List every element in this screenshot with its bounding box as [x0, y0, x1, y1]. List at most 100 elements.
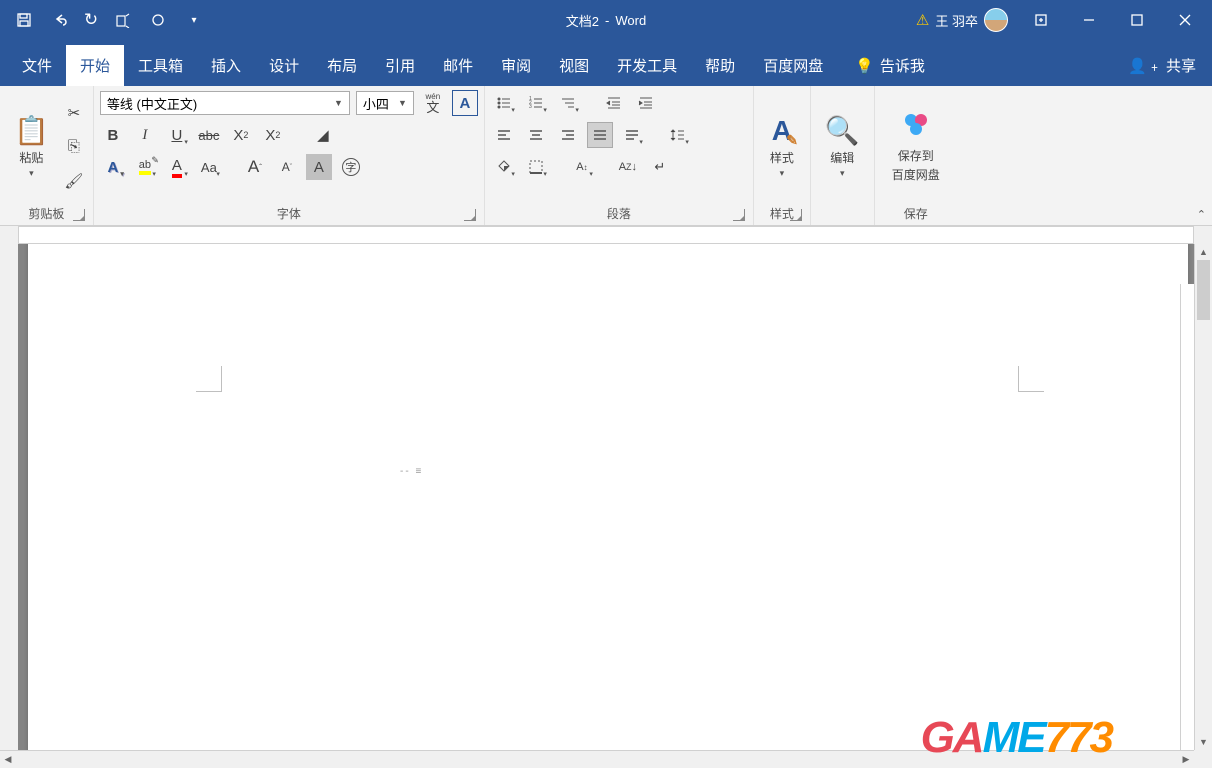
save-icon[interactable]: [8, 4, 40, 36]
superscript-button[interactable]: X2: [260, 122, 286, 148]
styles-icon: A✎: [772, 115, 792, 147]
align-left-button[interactable]: [491, 122, 517, 148]
scroll-thumb-v[interactable]: [1197, 260, 1210, 320]
text-direction-button[interactable]: A↕▾: [569, 154, 595, 180]
page-area: -- ≡: [18, 244, 1194, 750]
font-color-button[interactable]: A▾: [164, 154, 190, 180]
text-effects-button[interactable]: A▾: [100, 154, 126, 180]
multilevel-list-button[interactable]: ▾: [555, 90, 581, 116]
font-name-input[interactable]: 等线 (中文正文) ▼: [100, 91, 350, 115]
minimize-button[interactable]: [1066, 0, 1112, 40]
scroll-down-arrow[interactable]: ▼: [1195, 734, 1212, 750]
margin-corner-tr: [1018, 366, 1044, 392]
tab-baidu[interactable]: 百度网盘: [749, 45, 837, 86]
close-button[interactable]: [1162, 0, 1208, 40]
paste-button[interactable]: 📋 粘贴 ▾: [6, 90, 57, 203]
clipboard-launcher[interactable]: [73, 209, 85, 221]
eraser-icon[interactable]: ◢: [310, 122, 336, 148]
align-right-button[interactable]: [555, 122, 581, 148]
watermark: GAME773: [921, 714, 1112, 762]
sort-button[interactable]: AZ↓: [615, 154, 641, 180]
tab-file[interactable]: 文件: [8, 45, 66, 86]
underline-button[interactable]: U▾: [164, 122, 190, 148]
tab-toolbox[interactable]: 工具箱: [124, 45, 197, 86]
justify-button[interactable]: [587, 122, 613, 148]
increase-indent-button[interactable]: [633, 90, 659, 116]
enclose-char-button[interactable]: 字: [338, 154, 364, 180]
bold-button[interactable]: B: [100, 122, 126, 148]
borders-button[interactable]: ▾: [523, 154, 549, 180]
styles-launcher[interactable]: [790, 209, 802, 221]
tab-design[interactable]: 设计: [255, 45, 313, 86]
side-pane: [1180, 284, 1194, 750]
editing-button[interactable]: 🔍 编辑 ▾: [817, 90, 868, 203]
char-shading-button[interactable]: A: [306, 154, 332, 180]
font-launcher[interactable]: [464, 209, 476, 221]
tab-mailings[interactable]: 邮件: [429, 45, 487, 86]
wm-a: GA: [921, 713, 983, 763]
collapse-ribbon-icon[interactable]: ⌃: [1197, 208, 1206, 221]
styles-button[interactable]: A✎ 样式 ▾: [760, 90, 804, 203]
tell-me-search[interactable]: 💡 告诉我: [841, 45, 939, 86]
qat-customize-icon[interactable]: ▾: [178, 4, 210, 36]
strikethrough-button[interactable]: abc: [196, 122, 222, 148]
line-spacing-button[interactable]: ▾: [665, 122, 691, 148]
group-styles: A✎ 样式 ▾ 样式: [754, 86, 811, 225]
wm-c: 773: [1045, 713, 1112, 763]
copy-icon[interactable]: ⎘: [61, 134, 87, 160]
warning-icon: ⚠: [916, 11, 929, 29]
chevron-down-icon: ▼: [334, 98, 343, 108]
tab-layout[interactable]: 布局: [313, 45, 371, 86]
save-to-baidu-button[interactable]: 保存到 百度网盘: [881, 90, 951, 203]
touch-mode-icon[interactable]: [106, 4, 138, 36]
horizontal-ruler[interactable]: [18, 226, 1194, 244]
numbering-button[interactable]: 123▾: [523, 90, 549, 116]
redo-icon[interactable]: ↻: [80, 4, 102, 36]
bullets-button[interactable]: ▾: [491, 90, 517, 116]
font-size-input[interactable]: 小四 ▼: [356, 91, 414, 115]
subscript-button[interactable]: X2: [228, 122, 254, 148]
scroll-left-arrow[interactable]: ◀: [0, 751, 16, 768]
shrink-font-button[interactable]: Aˇ: [274, 154, 300, 180]
font-name-value: 等线 (中文正文): [107, 94, 197, 113]
paragraph-launcher[interactable]: [733, 209, 745, 221]
ribbon: 📋 粘贴 ▾ ✂ ⎘ 🖌 剪贴板 等线 (中文正文) ▼: [0, 86, 1212, 226]
change-case-button[interactable]: Aa▾: [196, 154, 222, 180]
highlight-button[interactable]: ab✎▾: [132, 154, 158, 180]
wm-b: ME: [983, 713, 1045, 763]
tab-review[interactable]: 审阅: [487, 45, 545, 86]
tab-insert[interactable]: 插入: [197, 45, 255, 86]
user-area[interactable]: ⚠ 王 羽卒: [916, 8, 1008, 32]
circle-icon[interactable]: [142, 4, 174, 36]
font-size-value: 小四: [363, 94, 389, 113]
vertical-ruler[interactable]: [0, 244, 18, 750]
align-center-button[interactable]: [523, 122, 549, 148]
share-button[interactable]: 👤﹢ 共享: [1112, 45, 1212, 86]
ribbon-options-icon[interactable]: [1018, 0, 1064, 40]
shading-button[interactable]: ▾: [491, 154, 517, 180]
avatar[interactable]: [984, 8, 1008, 32]
tab-view[interactable]: 视图: [545, 45, 603, 86]
italic-button[interactable]: I: [132, 122, 158, 148]
maximize-button[interactable]: [1114, 0, 1160, 40]
char-border-button[interactable]: A: [452, 90, 478, 116]
distribute-button[interactable]: ▾: [619, 122, 645, 148]
scroll-up-arrow[interactable]: ▲: [1195, 244, 1212, 260]
quick-access-toolbar: ↻ ▾: [0, 4, 210, 36]
format-painter-icon[interactable]: 🖌: [61, 168, 87, 194]
tab-home[interactable]: 开始: [66, 45, 124, 86]
grow-font-button[interactable]: Aˆ: [242, 154, 268, 180]
decrease-indent-button[interactable]: [601, 90, 627, 116]
tab-references[interactable]: 引用: [371, 45, 429, 86]
phonetic-guide-button[interactable]: wén 文: [420, 90, 446, 116]
group-paragraph: ▾ 123▾ ▾ ▾ ▾ ▾ ▾: [485, 86, 754, 225]
undo-icon[interactable]: [44, 4, 76, 36]
tab-developer[interactable]: 开发工具: [603, 45, 691, 86]
document-page[interactable]: -- ≡: [28, 244, 1188, 750]
scroll-right-arrow[interactable]: ▶: [1178, 751, 1194, 768]
margin-corner-tl: [196, 366, 222, 392]
tab-help[interactable]: 帮助: [691, 45, 749, 86]
show-marks-button[interactable]: ↵: [647, 154, 673, 180]
cut-icon[interactable]: ✂: [61, 100, 87, 126]
vertical-scrollbar[interactable]: ▲ ▼: [1194, 244, 1212, 750]
